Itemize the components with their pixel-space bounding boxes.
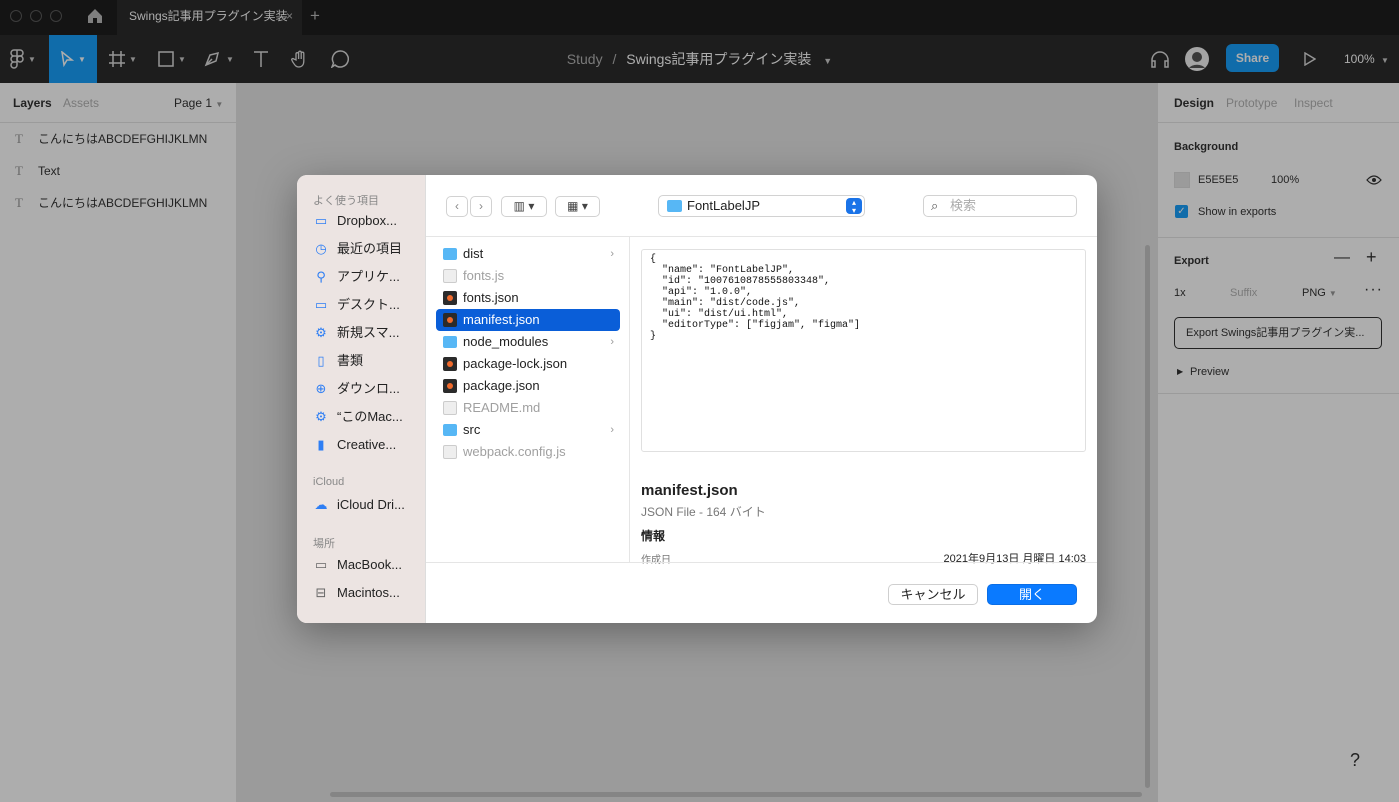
- file-list: dist › fonts.js fonts.json manifest.json …: [426, 237, 630, 562]
- cloud-icon: ☁: [314, 497, 328, 512]
- file-name: src: [463, 422, 481, 437]
- sidebar-item-dropbox[interactable]: ▭ Dropbox...: [313, 210, 423, 232]
- locations-heading: 場所: [313, 538, 335, 550]
- folder-icon: [443, 248, 457, 260]
- sidebar-item-this-mac[interactable]: ⚙ “このMac...: [313, 406, 423, 428]
- json-file-icon: [443, 379, 457, 393]
- grid-icon: ▦ ▾: [567, 199, 588, 213]
- sidebar-item-applications[interactable]: ⚲ アプリケ...: [313, 266, 423, 288]
- desktop-icon: ▭: [314, 297, 328, 312]
- script-file-icon: [443, 445, 457, 459]
- sidebar-item-desktop[interactable]: ▭ デスクト...: [313, 294, 423, 316]
- sidebar-item-macbook[interactable]: ▭ MacBook...: [313, 554, 423, 576]
- sidebar-item-documents[interactable]: ▯ 書類: [313, 350, 423, 372]
- file-row[interactable]: fonts.json: [436, 287, 620, 309]
- apps-icon: ⚲: [316, 269, 326, 284]
- file-name: package-lock.json: [463, 356, 568, 371]
- file-row[interactable]: README.md: [436, 397, 620, 419]
- file-row[interactable]: src ›: [436, 419, 620, 441]
- preview-info-heading: 情報: [641, 529, 666, 543]
- file-name: package.json: [463, 378, 540, 393]
- preview-filename: manifest.json: [641, 482, 738, 499]
- dialog-sidebar: よく使う項目 ▭ Dropbox... ◷ 最近の項目 ⚲ アプリケ... ▭ デスクト…: [297, 175, 426, 623]
- file-row-selected[interactable]: manifest.json: [436, 309, 620, 331]
- file-name: fonts.js: [463, 268, 505, 283]
- file-preview: { "name": "FontLabelJP", "id": "10076108…: [630, 237, 1097, 566]
- laptop-icon: ▭: [314, 557, 328, 572]
- file-name: webpack.config.js: [463, 444, 566, 459]
- clock-icon: ◷: [315, 241, 327, 256]
- sidebar-item-icloud-drive[interactable]: ☁ iCloud Dri...: [313, 494, 423, 516]
- open-button[interactable]: 開く: [987, 584, 1077, 605]
- sidebar-item-creative[interactable]: ▮ Creative...: [313, 434, 423, 456]
- open-file-dialog: よく使う項目 ▭ Dropbox... ◷ 最近の項目 ⚲ アプリケ... ▭ デスクト…: [297, 175, 1097, 623]
- text-file-icon: [443, 401, 457, 415]
- folder-icon: [667, 200, 682, 212]
- forward-button[interactable]: ›: [470, 196, 492, 217]
- location-label: FontLabelJP: [687, 198, 760, 213]
- sidebar-item-label: デスクト...: [337, 297, 400, 312]
- dialog-footer: キャンセル 開く: [426, 562, 1097, 623]
- sidebar-item-label: Macintos...: [337, 585, 400, 600]
- view-mode-button[interactable]: ▥ ▾: [501, 196, 547, 217]
- search-icon: ⌕: [931, 198, 939, 213]
- chevron-right-icon: ›: [610, 336, 614, 348]
- group-button[interactable]: ▦ ▾: [555, 196, 600, 217]
- script-file-icon: [443, 269, 457, 283]
- icloud-heading: iCloud: [313, 476, 345, 488]
- sidebar-item-label: Dropbox...: [337, 213, 397, 228]
- file-icon: ▮: [317, 437, 325, 452]
- sidebar-item-label: 書類: [337, 353, 364, 368]
- sidebar-item-downloads[interactable]: ⊕ ダウンロ...: [313, 378, 423, 400]
- file-name: node_modules: [463, 334, 549, 349]
- sidebar-item-recents[interactable]: ◷ 最近の項目: [313, 238, 423, 260]
- file-row[interactable]: package.json: [436, 375, 620, 397]
- file-row[interactable]: node_modules ›: [436, 331, 620, 353]
- download-icon: ⊕: [315, 381, 327, 396]
- gear-folder-icon: ⚙: [315, 409, 327, 424]
- json-file-icon: [443, 291, 457, 305]
- file-row[interactable]: fonts.js: [436, 265, 620, 287]
- favorites-heading: よく使う項目: [313, 195, 379, 207]
- file-row[interactable]: package-lock.json: [436, 353, 620, 375]
- sidebar-item-label: 新規スマ...: [337, 325, 400, 340]
- preview-kind: JSON File - 164 バイト: [641, 505, 766, 519]
- chevron-left-icon: ‹: [455, 199, 459, 213]
- folder-icon: ▭: [314, 213, 328, 228]
- file-name: README.md: [463, 400, 541, 415]
- file-name: dist: [463, 246, 484, 261]
- sidebar-item-label: アプリケ...: [337, 269, 400, 284]
- cancel-button[interactable]: キャンセル: [888, 584, 978, 605]
- search-placeholder: 検索: [950, 198, 977, 213]
- folder-icon: [443, 336, 457, 348]
- sidebar-item-label: “このMac...: [337, 409, 403, 424]
- back-button[interactable]: ‹: [446, 196, 468, 217]
- preview-content: { "name": "FontLabelJP", "id": "10076108…: [641, 249, 1086, 452]
- chevron-right-icon: ›: [479, 199, 483, 213]
- json-file-icon: [443, 357, 457, 371]
- chevron-right-icon: ›: [610, 424, 614, 436]
- sidebar-item-label: ダウンロ...: [337, 381, 400, 396]
- file-name: manifest.json: [463, 312, 540, 327]
- sidebar-item-label: Creative...: [337, 437, 397, 452]
- sidebar-item-label: iCloud Dri...: [337, 497, 405, 512]
- file-name: fonts.json: [463, 290, 519, 305]
- search-field[interactable]: ⌕ 検索: [923, 195, 1077, 217]
- file-row[interactable]: dist ›: [436, 243, 620, 265]
- sidebar-item-macintosh-hd[interactable]: ⊟ Macintos...: [313, 582, 423, 604]
- chevron-right-icon: ›: [610, 248, 614, 260]
- sidebar-item-label: MacBook...: [337, 557, 403, 572]
- sidebar-item-smart-folder[interactable]: ⚙ 新規スマ...: [313, 322, 423, 344]
- folder-icon: [443, 424, 457, 436]
- gear-folder-icon: ⚙: [315, 325, 327, 340]
- json-file-icon: [443, 313, 457, 327]
- location-popup[interactable]: FontLabelJP ▴ ▾: [658, 195, 865, 217]
- drive-icon: ⊟: [315, 585, 327, 600]
- columns-icon: ▥ ▾: [513, 199, 535, 213]
- file-row[interactable]: webpack.config.js: [436, 441, 620, 463]
- sidebar-item-label: 最近の項目: [337, 241, 403, 256]
- dialog-toolbar: ‹ › ▥ ▾ ▦ ▾ FontLabelJP ▴ ▾ ⌕ 検索: [426, 175, 1097, 237]
- updown-chevron-icon: ▴ ▾: [846, 198, 862, 215]
- document-icon: ▯: [317, 353, 325, 368]
